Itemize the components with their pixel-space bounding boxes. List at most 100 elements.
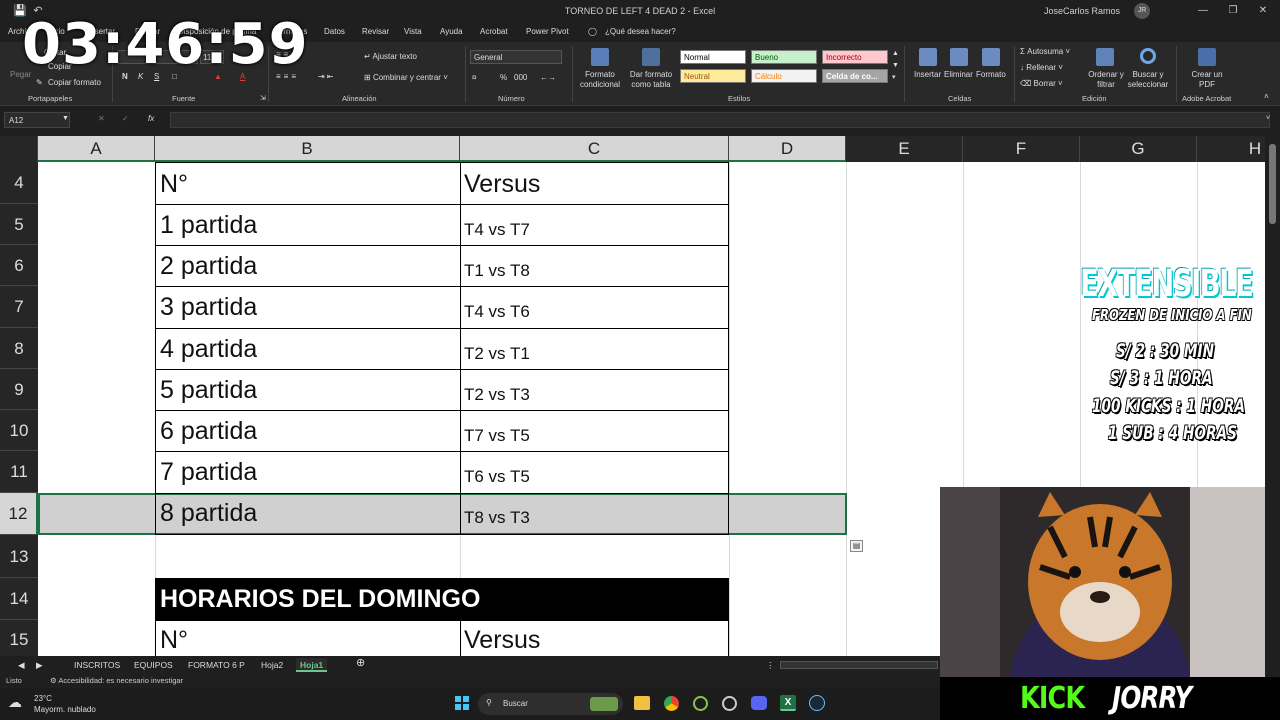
style-celda[interactable]: Celda de co... [822,69,888,83]
cancel-icon[interactable]: ✕ [98,114,105,123]
tab-ayuda[interactable]: Ayuda [440,27,463,36]
format-cells-button[interactable]: Formato [976,70,1006,79]
clear-button[interactable]: ⌫ Borrar ˅ [1020,79,1063,88]
tab-datos[interactable]: Datos [324,27,345,36]
row-header[interactable]: 14 [0,578,38,620]
formula-input[interactable] [170,112,1270,128]
excel-icon[interactable]: X [780,695,796,711]
decimal-icons[interactable]: ←→ [540,73,556,82]
format-as-table-button[interactable]: Dar formato como tabla [626,70,676,90]
tab-revisar[interactable]: Revisar [362,27,389,36]
tab-acrobat[interactable]: Acrobat [480,27,508,36]
column-header-b[interactable]: B [155,136,460,162]
horizontal-scrollbar[interactable] [780,661,938,669]
cell-c6[interactable]: T1 vs T8 [464,261,530,281]
prev-sheet-icon[interactable]: ◀ [14,658,29,672]
accessibility-status[interactable]: ⚙ Accesibilidad: es necesario investigar [50,676,183,685]
next-sheet-icon[interactable]: ▶ [32,658,47,672]
find-select-button[interactable]: Buscar y seleccionar [1124,70,1172,90]
cell-b9[interactable]: 5 partida [160,376,257,405]
row-header[interactable]: 6 [0,245,38,286]
row-header[interactable]: 5 [0,204,38,245]
obs-icon[interactable] [722,696,737,711]
discord-icon[interactable] [751,696,767,710]
collapse-ribbon-icon[interactable]: ˄ [1264,92,1269,101]
app-icon[interactable] [693,696,708,711]
cell-c10[interactable]: T7 vs T5 [464,426,530,446]
column-header-d[interactable]: D [729,136,846,162]
quick-analysis-icon[interactable]: ▤ [850,540,863,552]
style-normal[interactable]: Normal [680,50,746,64]
sort-filter-button[interactable]: Ordenar y filtrar [1086,70,1126,90]
cell-c7[interactable]: T4 vs T6 [464,302,530,322]
taskbar-search[interactable]: ⚲ Buscar [478,693,623,715]
column-header-h[interactable]: H [1197,136,1265,162]
cell-b14-section-title[interactable]: HORARIOS DEL DOMINGO [160,585,480,614]
row-header[interactable]: 9 [0,369,38,410]
close-icon[interactable]: ✕ [1248,2,1278,20]
cell-b8[interactable]: 4 partida [160,335,257,364]
sheet-tab-formato[interactable]: FORMATO 6 P [184,658,249,672]
row-header[interactable]: 10 [0,410,38,451]
percent-button[interactable]: % [500,73,507,82]
expand-formula-icon[interactable]: ˅ [1266,115,1270,122]
cell-b7[interactable]: 3 partida [160,293,257,322]
weather-icon[interactable]: ☁ [8,694,22,711]
row-header[interactable]: 13 [0,535,38,578]
select-all-button[interactable] [0,136,38,162]
cell-c5[interactable]: T4 vs T7 [464,220,530,240]
column-header-g[interactable]: G [1080,136,1197,162]
cell-c11[interactable]: T6 vs T5 [464,467,530,487]
cell-c4[interactable]: Versus [464,170,540,199]
sheet-tab-hoja2[interactable]: Hoja2 [257,658,287,672]
autosum-button[interactable]: Σ Autosuma ˅ [1020,47,1070,56]
cell-b4[interactable]: N° [160,170,188,199]
minimize-icon[interactable]: — [1188,2,1218,20]
tell-me-search[interactable]: ¿Qué desea hacer? [605,27,676,36]
column-header-a[interactable]: A [38,136,155,162]
row-header[interactable]: 4 [0,162,38,204]
row-header-selected[interactable]: 12 [0,493,38,535]
sheet-tab-inscritos[interactable]: INSCRITOS [70,658,124,672]
name-box[interactable]: A12 [4,112,70,128]
column-header-e[interactable]: E [846,136,963,162]
cell-c8[interactable]: T2 vs T1 [464,344,530,364]
cell-c15[interactable]: Versus [464,626,540,655]
tab-power-pivot[interactable]: Power Pivot [526,27,569,36]
styles-scroll-icon[interactable]: ▲ ▼ ▾ [892,48,899,84]
cell-b10[interactable]: 6 partida [160,417,257,446]
insert-cells-button[interactable]: Insertar [914,70,941,79]
currency-icon[interactable]: ¤ [472,73,476,82]
number-format-select[interactable]: General [470,50,562,64]
style-incorrecto[interactable]: Incorrecto [822,50,888,64]
column-header-f[interactable]: F [963,136,1080,162]
more-options-icon[interactable]: ⋮ [762,658,779,672]
brush-icon[interactable]: ✎ [36,78,43,87]
cell-b5[interactable]: 1 partida [160,211,257,240]
row-header[interactable]: 15 [0,620,38,656]
cell-b6[interactable]: 2 partida [160,252,257,281]
indent-icons[interactable]: ⇥⇤ [318,72,335,81]
thousands-button[interactable]: 000 [514,73,527,82]
fill-button[interactable]: ↓ Rellenar ˅ [1020,63,1063,72]
delete-cells-button[interactable]: Eliminar [944,70,973,79]
format-painter-button[interactable]: Copiar formato [48,78,101,87]
user-name[interactable]: JoseCarlos Ramos [1044,6,1120,16]
windows-start-icon[interactable] [455,696,469,710]
fx-button[interactable]: fx [148,114,154,123]
expand-icon[interactable]: ⇲ [260,94,266,102]
restore-icon[interactable]: ❐ [1218,2,1248,20]
cell-b12[interactable]: 8 partida [160,499,257,528]
cell-c9[interactable]: T2 vs T3 [464,385,530,405]
confirm-icon[interactable]: ✓ [122,114,129,123]
add-sheet-icon[interactable]: ⊕ [352,656,369,670]
column-header-c[interactable]: C [460,136,729,162]
cell-b11[interactable]: 7 partida [160,458,257,487]
chevron-down-icon[interactable]: ▼ [62,115,69,122]
merge-center-button[interactable]: ⊞ Combinar y centrar ˅ [364,73,448,82]
sheet-tab-equipos[interactable]: EQUIPOS [130,658,177,672]
sheet-tab-hoja1-active[interactable]: Hoja1 [296,658,328,672]
tab-vista[interactable]: Vista [404,27,422,36]
cell-c12[interactable]: T8 vs T3 [464,508,530,528]
avatar[interactable]: JR [1134,3,1150,19]
